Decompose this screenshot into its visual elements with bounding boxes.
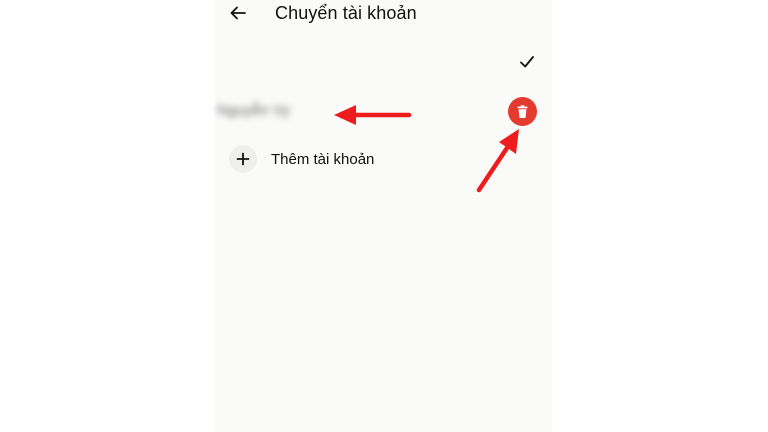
switch-account-screen: Chuyển tài khoản Nguyễn Vy Thêm tài khoả [215,0,552,432]
plus-icon [236,152,250,166]
back-button[interactable] [225,1,251,25]
add-account-label: Thêm tài khoản [271,150,375,168]
arrow-left-icon [230,6,246,20]
add-account-button[interactable]: Thêm tài khoản [229,144,529,174]
delete-account-button[interactable] [508,97,537,126]
trash-icon [517,105,528,118]
account-row[interactable]: Nguyễn Vy [215,94,552,132]
account-name: Nguyễn Vy [217,102,290,119]
page-title: Chuyển tài khoản [275,3,417,23]
top-app-bar: Chuyển tài khoản [215,0,552,30]
screenshot-stage: Chuyển tài khoản Nguyễn Vy Thêm tài khoả [0,0,768,432]
checkmark-icon [520,56,534,68]
add-account-icon-container [229,145,257,173]
